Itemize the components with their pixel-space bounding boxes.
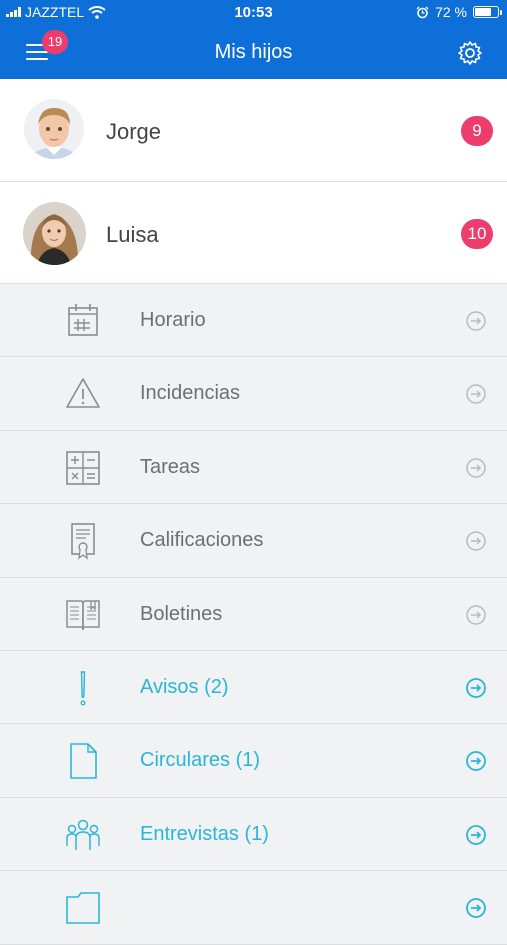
- menu-item-label: Boletines: [140, 602, 223, 625]
- child-name: Luisa: [106, 222, 159, 247]
- menu-item-label: Horario: [140, 309, 206, 331]
- arrow-right-circle-icon: [466, 458, 486, 478]
- navigation-bar: 19 Mis hijos: [0, 26, 507, 79]
- warning-icon: [66, 378, 100, 409]
- book-icon: [66, 599, 100, 630]
- status-right: 72 %: [416, 4, 502, 20]
- child-name: Jorge: [106, 119, 162, 144]
- gear-icon[interactable]: [457, 40, 483, 66]
- menu-item-label: Entrevistas (1): [140, 822, 269, 845]
- calendar-icon: [68, 304, 98, 336]
- exclamation-icon: [80, 671, 86, 706]
- avatar: [23, 202, 86, 265]
- menu-item-entrevistas[interactable]: Entrevistas (1): [0, 797, 507, 872]
- page-title: Mis hijos: [214, 41, 293, 63]
- arrow-right-circle-icon: [466, 531, 486, 551]
- menu-item-avisos[interactable]: Avisos (2): [0, 650, 507, 725]
- folder-icon: [66, 892, 100, 924]
- arrow-right-circle-icon: [466, 384, 486, 405]
- menu-item-label: Tareas: [140, 455, 201, 478]
- alarm-icon: [416, 6, 429, 18]
- arrow-right-circle-icon: [466, 604, 486, 625]
- child-notification-badge: 10: [461, 219, 493, 249]
- child-notification-badge: 9: [461, 116, 493, 146]
- arrow-right-circle-icon: [466, 898, 486, 919]
- avatar: [24, 99, 84, 159]
- battery-icon: [473, 6, 502, 18]
- section-menu: Horario Incidencias Tareas Calificacione…: [0, 284, 507, 945]
- arrow-right-circle-icon: [466, 824, 486, 845]
- menu-item-label: Avisos (2): [140, 675, 229, 698]
- battery-percent: 72 %: [435, 4, 467, 20]
- arrow-right-circle-icon: [466, 751, 486, 772]
- menu-item-incidencias[interactable]: Incidencias: [0, 357, 507, 431]
- menu-item-partial[interactable]: [0, 871, 507, 945]
- menu-item-tareas[interactable]: Tareas: [0, 430, 507, 505]
- certificate-icon: [71, 523, 95, 560]
- menu-item-circulares[interactable]: Circulares (1): [0, 724, 507, 798]
- calculator-icon: [66, 450, 100, 485]
- child-row-jorge[interactable]: Jorge 9: [0, 79, 507, 182]
- menu-item-calificaciones[interactable]: Calificaciones: [0, 504, 507, 578]
- arrow-right-circle-icon: [466, 678, 486, 698]
- menu-item-horario[interactable]: Horario: [0, 284, 507, 358]
- status-bar: JAZZTEL 10:53 72 %: [0, 0, 507, 26]
- menu-item-boletines[interactable]: Boletines: [0, 577, 507, 651]
- document-icon: [70, 743, 97, 780]
- menu-item-label: Circulares (1): [140, 749, 261, 772]
- child-row-luisa[interactable]: Luisa 10: [0, 182, 507, 284]
- menu-item-label: Calificaciones: [140, 529, 264, 552]
- arrow-right-circle-icon: [466, 311, 486, 331]
- people-icon: [66, 819, 100, 850]
- menu-item-label: Incidencias: [140, 382, 241, 405]
